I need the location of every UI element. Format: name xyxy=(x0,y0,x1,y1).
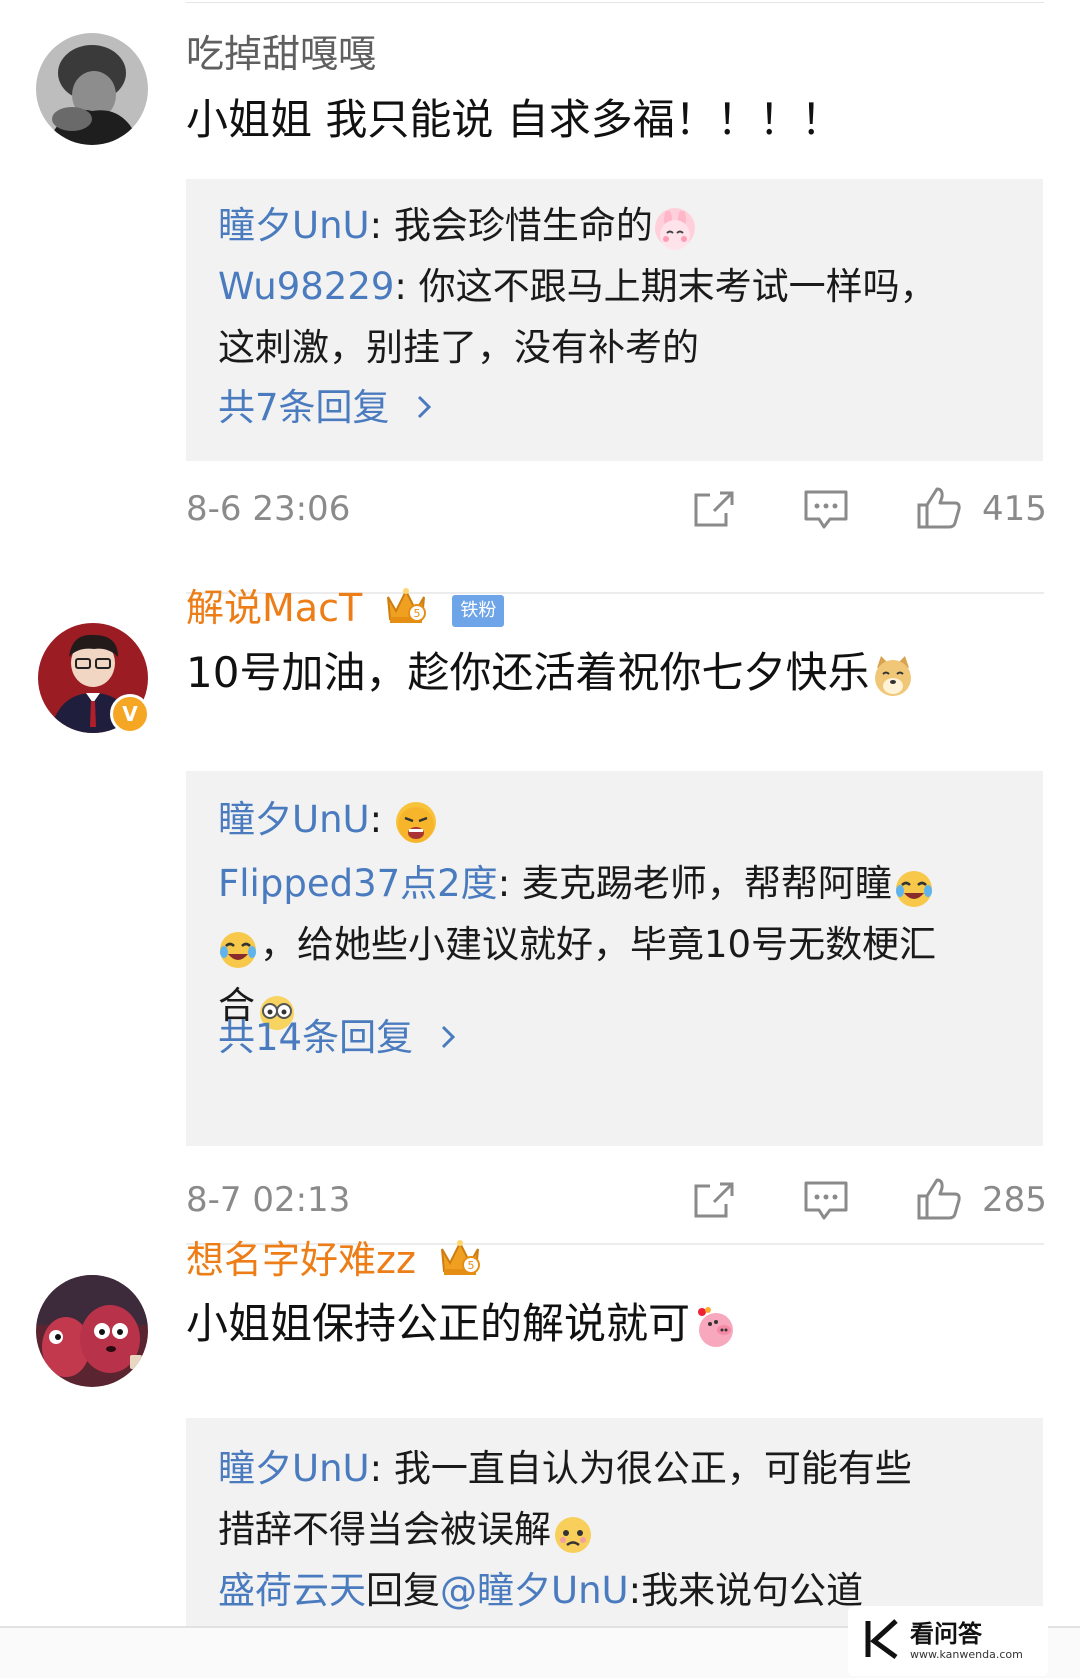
reply-text: : 麦克踢老师，帮帮阿瞳 xyxy=(497,862,892,905)
comment-username[interactable]: 解说MacT xyxy=(186,586,362,630)
watermark-logo-icon xyxy=(862,1617,902,1665)
chevron-right-icon xyxy=(439,1014,457,1062)
comment-item: 吃掉甜嘎嘎 小姐姐 我只能说 自求多福！！！！ 瞳夕UnU: 我会珍惜生命的 W… xyxy=(0,0,1080,560)
verified-icon: V xyxy=(110,694,150,734)
reply-line-continued: ，给她些小建议就好，毕竟10号无数梗汇 xyxy=(218,914,1019,975)
more-replies-link[interactable]: 共14条回复 xyxy=(218,1014,457,1062)
bunny-emoji-icon xyxy=(654,207,695,250)
reply-text: : 我一直自认为很公正，可能有些 xyxy=(369,1447,912,1490)
reply-text: 措辞不得当会被误解 xyxy=(218,1508,551,1551)
reply-author[interactable]: 瞳夕UnU xyxy=(218,1447,370,1490)
comment-username[interactable]: 吃掉甜嘎嘎 xyxy=(186,30,376,78)
comment-icon[interactable] xyxy=(802,1178,850,1222)
chevron-right-icon xyxy=(415,384,433,432)
comment-timestamp: 8-7 02:13 xyxy=(186,1180,351,1220)
share-icon[interactable] xyxy=(690,1178,738,1222)
watermark: 看问答 www.kanwenda.com xyxy=(848,1606,1048,1676)
comment-text-row: 小姐姐保持公正的解说就可 xyxy=(186,1296,740,1352)
more-replies-label: 共14条回复 xyxy=(218,1016,414,1059)
avatar[interactable] xyxy=(36,1275,148,1387)
laugh-cry-emoji-icon xyxy=(894,866,934,907)
reply-line: Wu98229: 你这不跟马上期末考试一样吗， xyxy=(218,256,1019,317)
reply-text: : 你这不跟马上期末考试一样吗， xyxy=(394,265,937,308)
angry-emoji-icon xyxy=(395,801,436,843)
pig-emoji-icon xyxy=(692,1304,738,1350)
reply-line: 瞳夕UnU: 我会珍惜生命的 xyxy=(218,195,1019,256)
reply-line-continued: 这刺激，别挂了，没有补考的 xyxy=(218,326,699,369)
reply-text: : 我会珍惜生命的 xyxy=(369,204,653,247)
reply-box[interactable]: 瞳夕UnU: 我一直自认为很公正，可能有些 措辞不得当会被误解 盛荷云天回复@瞳… xyxy=(186,1418,1043,1626)
like-count: 285 xyxy=(982,1180,1047,1220)
reply-author[interactable]: 瞳夕UnU xyxy=(218,798,370,841)
reply-text: :我来说句公道 xyxy=(628,1569,864,1612)
like-icon[interactable] xyxy=(915,485,963,529)
crown-icon: 5 xyxy=(438,1237,482,1288)
more-replies-label: 共7条回复 xyxy=(218,386,390,429)
comment-username-row: 想名字好难zz 5 xyxy=(186,1236,482,1288)
more-replies-link[interactable]: 共7条回复 xyxy=(218,384,433,432)
comment-timestamp: 8-6 23:06 xyxy=(186,489,351,529)
reply-line: Flipped37点2度: 麦克踢老师，帮帮阿瞳 xyxy=(218,853,1019,914)
share-icon[interactable] xyxy=(690,487,738,531)
comment-icon[interactable] xyxy=(802,487,850,531)
reply-author[interactable]: Wu98229 xyxy=(218,265,394,308)
avatar[interactable] xyxy=(36,33,148,145)
reply-author[interactable]: Flipped37点2度 xyxy=(218,862,498,905)
reply-box[interactable]: 瞳夕UnU: 我会珍惜生命的 Wu98229: 你这不跟马上期末考试一样吗， 这… xyxy=(186,179,1043,461)
watermark-url: www.kanwenda.com xyxy=(910,1648,1023,1661)
svg-text:5: 5 xyxy=(414,607,421,620)
fan-badge: 铁粉 xyxy=(452,594,505,627)
doge-emoji-icon xyxy=(871,654,915,698)
like-count: 415 xyxy=(982,489,1047,529)
comment-text-row: 10号加油，趁你还活着祝你七夕快乐 xyxy=(186,645,917,701)
watermark-name: 看问答 xyxy=(910,1620,982,1648)
reply-text: 回复 xyxy=(366,1569,440,1612)
reply-author[interactable]: 盛荷云天 xyxy=(218,1569,366,1612)
reply-text: : xyxy=(369,798,394,841)
comment-username[interactable]: 想名字好难zz xyxy=(186,1238,416,1282)
comment-text: 小姐姐 我只能说 自求多福！！！！ xyxy=(186,95,843,144)
svg-text:5: 5 xyxy=(468,1259,475,1272)
like-icon[interactable] xyxy=(915,1176,963,1220)
reply-line: 瞳夕UnU: 我一直自认为很公正，可能有些 xyxy=(218,1438,1019,1499)
comment-text: 10号加油，趁你还活着祝你七夕快乐 xyxy=(186,648,870,697)
crown-icon: 5 xyxy=(384,585,428,636)
reply-line-continued: 措辞不得当会被误解 xyxy=(218,1499,1019,1560)
reply-line: 瞳夕UnU: xyxy=(218,789,1019,850)
comment-username-row: 解说MacT 5 铁粉 xyxy=(186,584,505,636)
comment-text: 小姐姐保持公正的解说就可 xyxy=(186,1299,691,1348)
reply-text: ，给她些小建议就好，毕竟10号无数梗汇 xyxy=(260,923,937,966)
laugh-cry-emoji-icon xyxy=(218,927,258,968)
reply-mention[interactable]: @瞳夕UnU xyxy=(440,1569,629,1612)
reply-author[interactable]: 瞳夕UnU xyxy=(218,204,370,247)
reply-box[interactable]: 瞳夕UnU: Flipped37点2度: 麦克踢老师，帮帮阿瞳 ，给她些小建议就… xyxy=(186,771,1043,1146)
sad-emoji-icon xyxy=(553,1512,593,1553)
